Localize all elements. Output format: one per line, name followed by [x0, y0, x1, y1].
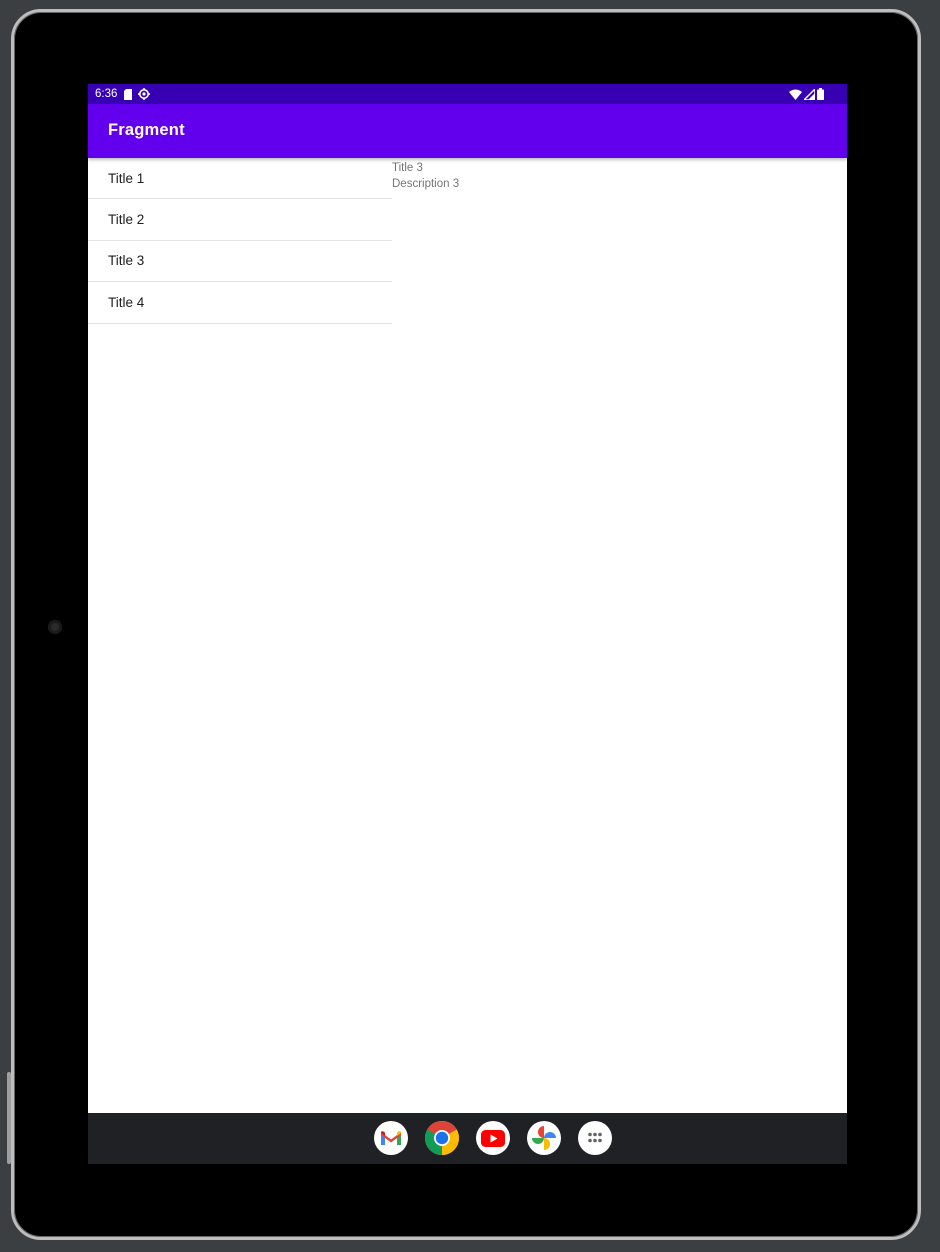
list-item-title-4[interactable]: Title 4 — [88, 282, 392, 324]
chrome-icon[interactable] — [425, 1121, 459, 1155]
detail-title: Title 3 — [392, 162, 423, 174]
wifi-icon — [789, 89, 802, 103]
app-dock — [374, 1121, 612, 1155]
battery-icon — [817, 88, 824, 103]
list-item-title-2[interactable]: Title 2 — [88, 199, 392, 241]
front-camera — [48, 620, 62, 634]
sd-card-icon — [124, 88, 133, 100]
cellular-signal-icon — [802, 86, 816, 103]
side-button — [7, 1072, 11, 1164]
status-time: 6:36 — [95, 88, 118, 100]
youtube-icon[interactable] — [476, 1121, 510, 1155]
settings-gear-icon — [138, 88, 151, 100]
gmail-icon[interactable] — [374, 1121, 408, 1155]
detail-pane: Title 3 Description 3 — [392, 160, 459, 192]
device-screen: 6:36 Fragment Title 1 Title 2 Title 3 Ti… — [88, 84, 847, 1164]
list-item-title-3[interactable]: Title 3 — [88, 241, 392, 282]
app-bar: Fragment — [88, 104, 847, 158]
status-icons-right — [789, 86, 824, 103]
status-bar: 6:36 — [88, 84, 847, 104]
app-title: Fragment — [108, 121, 185, 139]
navigation-bar — [88, 1113, 847, 1164]
app-drawer-icon[interactable] — [578, 1121, 612, 1155]
title-list: Title 1 Title 2 Title 3 Title 4 — [88, 158, 392, 324]
detail-description: Description 3 — [392, 178, 460, 190]
list-item-title-1[interactable]: Title 1 — [88, 158, 392, 199]
photos-icon[interactable] — [527, 1121, 561, 1155]
